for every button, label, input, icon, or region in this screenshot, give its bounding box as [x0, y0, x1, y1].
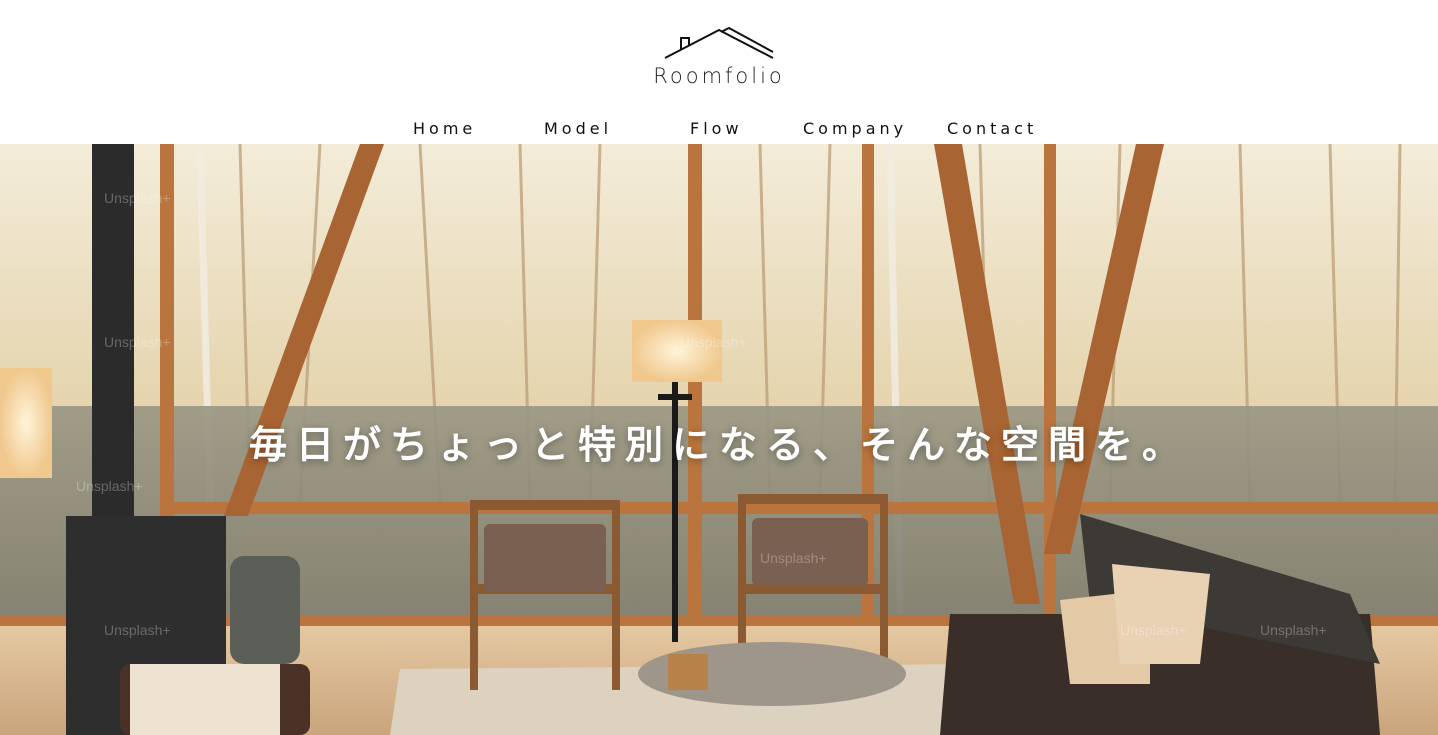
nav-company[interactable]: Company [803, 119, 907, 138]
brand-name: Roomfolio [653, 64, 785, 88]
nav-flow[interactable]: Flow [690, 119, 743, 138]
nav-contact[interactable]: Contact [947, 119, 1037, 138]
nav-home[interactable]: Home [413, 119, 476, 138]
main-nav: Home Model Flow Company Contact [0, 119, 1438, 141]
hero-tagline: 毎日がちょっと特別になる、そんな空間を。 [248, 423, 1189, 467]
hero-section: Unsplash+ Unsplash+ Unsplash+ Unsplash+ … [0, 144, 1438, 735]
house-roof-icon [664, 26, 774, 59]
brand-logo[interactable]: Roomfolio [0, 26, 1438, 88]
nav-model[interactable]: Model [544, 119, 612, 138]
site-header: Roomfolio Home Model Flow Company Contac… [0, 0, 1438, 144]
